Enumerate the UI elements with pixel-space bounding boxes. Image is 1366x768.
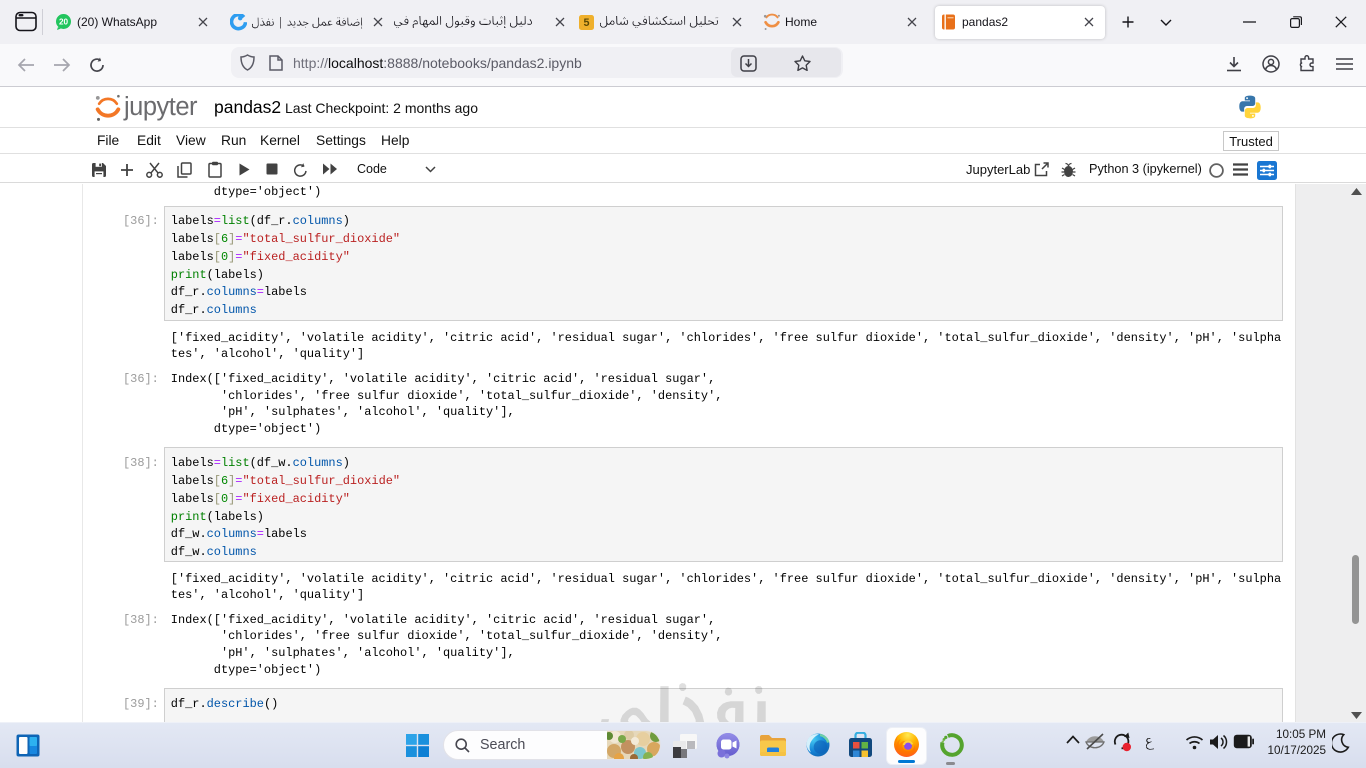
svg-text:5: 5 xyxy=(583,17,589,29)
svg-text:20: 20 xyxy=(59,17,69,26)
